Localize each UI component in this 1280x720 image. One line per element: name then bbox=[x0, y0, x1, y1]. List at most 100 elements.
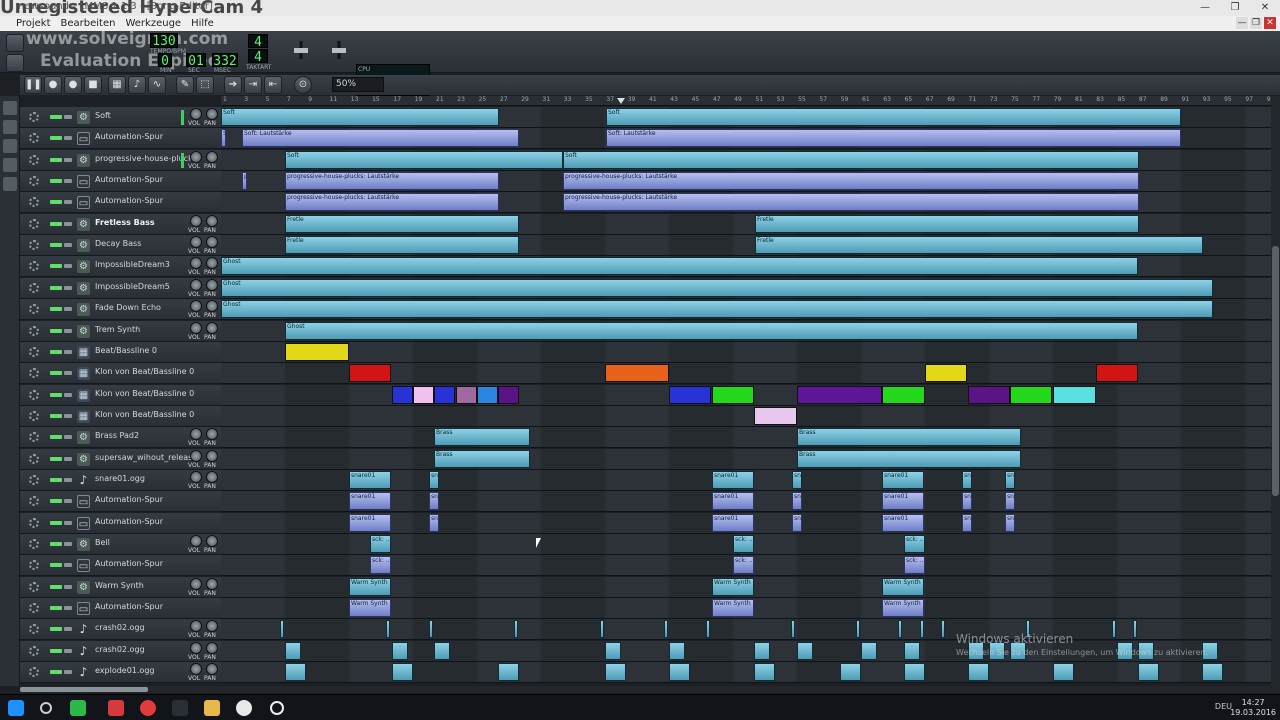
volume-knob[interactable] bbox=[190, 428, 202, 441]
pattern-clip[interactable] bbox=[861, 641, 877, 660]
mute-led[interactable] bbox=[50, 648, 62, 653]
automation-clip[interactable]: Soft: Lautstärke bbox=[606, 129, 1181, 148]
instrument-icon[interactable]: ⚙ bbox=[77, 324, 90, 338]
pattern-clip[interactable]: Soft bbox=[285, 150, 563, 169]
track-name[interactable]: Automation-Spur bbox=[95, 495, 163, 504]
pattern-clip[interactable] bbox=[791, 620, 795, 639]
pattern-clip[interactable] bbox=[392, 641, 408, 660]
track-settings-gear-icon[interactable] bbox=[29, 453, 39, 464]
track-settings-gear-icon[interactable] bbox=[29, 539, 39, 549]
track-name[interactable]: Automation-Spur bbox=[95, 175, 163, 184]
track-settings-gear-icon[interactable] bbox=[29, 645, 39, 656]
pattern-clip[interactable]: Brass bbox=[434, 428, 530, 447]
beat-bassline-icon[interactable]: ▦ bbox=[77, 367, 90, 381]
track-lane[interactable]: Ghost bbox=[221, 320, 1280, 342]
close-button[interactable]: ✕ bbox=[1250, 0, 1280, 16]
track-name[interactable]: Soft bbox=[95, 111, 111, 120]
zoom-select[interactable]: 50% bbox=[332, 77, 384, 92]
pan-knob[interactable] bbox=[206, 620, 218, 633]
pattern-clip[interactable]: snare01 bbox=[962, 470, 972, 489]
opera-taskbar-icon[interactable] bbox=[140, 700, 156, 716]
solo-led[interactable] bbox=[64, 627, 72, 632]
pattern-clip[interactable] bbox=[285, 641, 301, 660]
pattern-clip[interactable]: snare01 bbox=[712, 470, 754, 489]
solo-led[interactable] bbox=[64, 136, 72, 141]
track-lane[interactable]: Fretle Fretle bbox=[221, 235, 1280, 257]
track-header[interactable]: ⚙ Decay Bass VOL PAN bbox=[20, 235, 221, 257]
mute-led[interactable] bbox=[50, 627, 62, 632]
stop-button[interactable]: ■ bbox=[84, 76, 102, 94]
pan-knob[interactable] bbox=[206, 535, 218, 547]
beat-pattern-clip[interactable] bbox=[477, 385, 498, 404]
pattern-clip[interactable] bbox=[904, 663, 925, 682]
master-pitch-slider[interactable] bbox=[328, 39, 350, 61]
mute-led[interactable] bbox=[50, 584, 62, 589]
sample-note-icon[interactable]: ♪ bbox=[77, 623, 90, 636]
track-name[interactable]: Klon von Beat/Bassline 0 bbox=[95, 367, 194, 376]
solo-led[interactable] bbox=[64, 307, 72, 312]
pan-knob[interactable] bbox=[206, 663, 218, 676]
beat-pattern-clip[interactable] bbox=[434, 385, 455, 404]
instrument-icon[interactable]: ⚙ bbox=[77, 111, 90, 124]
mute-led[interactable] bbox=[50, 349, 62, 354]
volume-knob[interactable] bbox=[190, 577, 202, 590]
mute-led[interactable] bbox=[50, 456, 62, 461]
beat-pattern-clip[interactable] bbox=[925, 364, 967, 383]
track-header[interactable]: ⚙ Bell VOL PAN bbox=[20, 534, 221, 555]
loop-points-button[interactable]: ⇥ bbox=[244, 76, 262, 94]
record-button[interactable]: ● bbox=[44, 76, 62, 94]
instrument-icon[interactable]: ⚙ bbox=[77, 303, 90, 317]
pattern-clip[interactable] bbox=[600, 620, 604, 639]
pattern-clip[interactable] bbox=[706, 620, 710, 639]
instrument-icon[interactable]: ⚙ bbox=[77, 431, 90, 445]
automation-clip[interactable]: Soft: Lautstärke bbox=[221, 129, 226, 148]
pan-knob[interactable] bbox=[206, 641, 218, 654]
track-name[interactable]: Bell bbox=[95, 538, 110, 547]
pattern-clip[interactable] bbox=[754, 641, 770, 660]
instrument-icon[interactable]: ⚙ bbox=[77, 281, 90, 295]
automation-clip[interactable]: snare01 bbox=[1005, 492, 1015, 511]
track-name[interactable]: Automation-Spur bbox=[95, 517, 163, 526]
automation-clip[interactable]: snare01 bbox=[712, 492, 754, 511]
steam-taskbar-icon[interactable] bbox=[270, 701, 284, 715]
side-projects-icon[interactable] bbox=[2, 120, 17, 134]
solo-led[interactable] bbox=[64, 285, 72, 290]
volume-knob[interactable] bbox=[190, 257, 202, 270]
track-header[interactable]: ⚙ Fretless Bass VOL PAN bbox=[20, 213, 221, 235]
solo-led[interactable] bbox=[64, 264, 72, 269]
mute-led[interactable] bbox=[50, 371, 62, 376]
automation-folder-icon[interactable]: ▭ bbox=[77, 132, 90, 146]
mute-led[interactable] bbox=[50, 670, 62, 675]
track-settings-gear-icon[interactable] bbox=[29, 667, 39, 678]
track-lane[interactable]: snare01 snare01 snare01 snare01 snare01 snare… bbox=[221, 491, 1280, 513]
beat-pattern-clip[interactable] bbox=[456, 385, 477, 404]
track-settings-gear-icon[interactable] bbox=[29, 603, 39, 614]
beat-pattern-clip[interactable] bbox=[712, 385, 754, 404]
solo-led[interactable] bbox=[64, 221, 72, 226]
solo-led[interactable] bbox=[64, 670, 72, 675]
mute-led[interactable] bbox=[50, 499, 62, 504]
volume-knob[interactable] bbox=[190, 321, 202, 334]
start-icon[interactable] bbox=[8, 700, 24, 716]
beat-pattern-clip[interactable] bbox=[1096, 364, 1138, 383]
solo-led[interactable] bbox=[64, 349, 72, 354]
track-name[interactable]: Trem Synth bbox=[95, 325, 140, 334]
automation-clip[interactable]: snare01 bbox=[792, 513, 802, 532]
volume-knob[interactable] bbox=[190, 663, 202, 676]
track-header[interactable]: ▭ Automation-Spur bbox=[20, 598, 221, 620]
pattern-clip[interactable]: snare01 bbox=[349, 470, 391, 489]
pattern-clip[interactable] bbox=[285, 663, 306, 682]
mute-led[interactable] bbox=[50, 606, 62, 611]
automation-clip[interactable]: Warm Synth bbox=[349, 599, 391, 618]
mute-led[interactable] bbox=[50, 413, 62, 418]
mdi-maximize-button[interactable]: ❐ bbox=[1250, 17, 1262, 29]
automation-clip[interactable]: snare01 bbox=[882, 513, 924, 532]
automation-clip[interactable]: sck: ... bbox=[904, 556, 925, 575]
automation-clip[interactable]: snare01 bbox=[429, 492, 439, 511]
pan-knob[interactable] bbox=[206, 214, 218, 227]
track-name[interactable]: Decay Bass bbox=[95, 239, 141, 248]
track-header[interactable]: ⚙ Soft VOL PAN bbox=[20, 107, 221, 128]
pattern-clip[interactable] bbox=[498, 663, 519, 682]
track-lane[interactable]: Fretle Fretle bbox=[221, 213, 1280, 235]
automation-clip[interactable]: Soft: Lautstärke bbox=[242, 129, 519, 148]
